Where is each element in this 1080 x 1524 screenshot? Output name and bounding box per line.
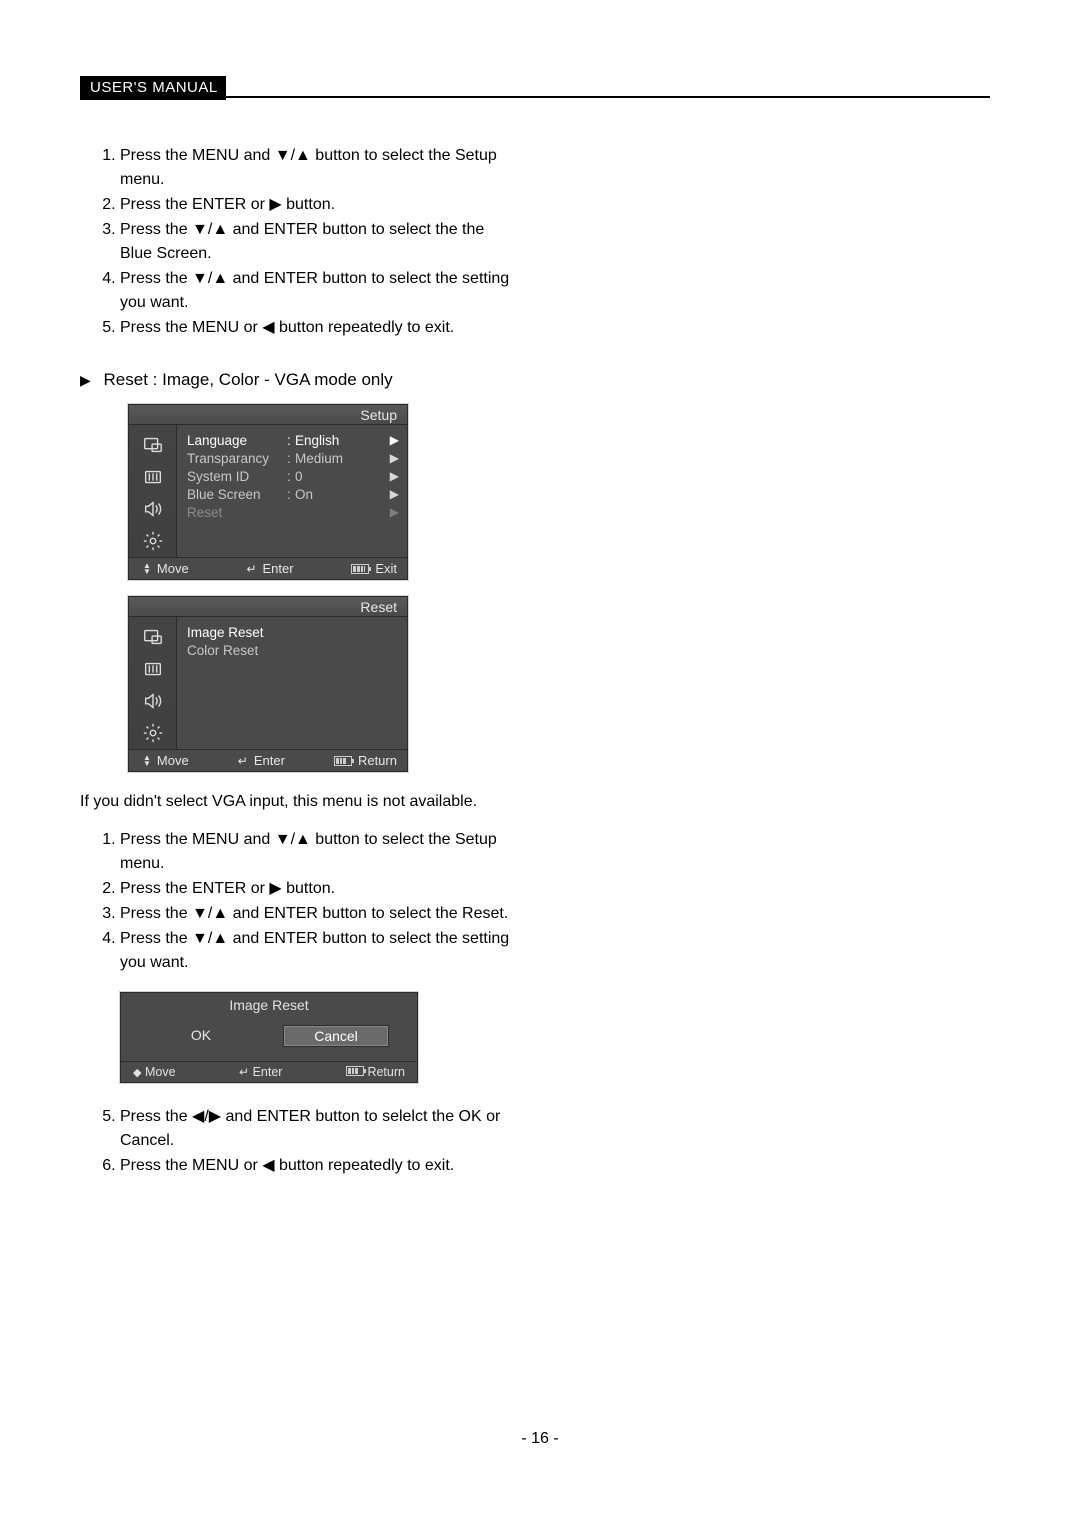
triangle-right-icon: ▶: [80, 372, 91, 388]
osd-row-reset[interactable]: Reset ▶: [187, 503, 399, 521]
dialog-title: Image Reset: [121, 993, 417, 1021]
osd-footer: ▲▼Move ↵Enter Exit: [129, 557, 407, 579]
updown-icon: ▲▼: [143, 563, 151, 575]
pip-icon: [129, 621, 176, 653]
step-item: Press the ◀/▶ and ENTER button to selelc…: [120, 1105, 520, 1153]
osd-row-image-reset[interactable]: Image Reset: [187, 623, 399, 641]
steps-list-2: Press the MENU and ▼/▲ button to select …: [80, 828, 520, 975]
osd-row-system-id[interactable]: System ID: 0 ▶: [187, 467, 399, 485]
osd-row-color-reset[interactable]: Color Reset: [187, 641, 399, 659]
chevron-right-icon: ▶: [387, 451, 399, 465]
step-item: Press the MENU or ◀ button repeatedly to…: [120, 1154, 520, 1178]
step-item: Press the MENU and ▼/▲ button to select …: [120, 144, 520, 192]
steps-list-1: Press the MENU and ▼/▲ button to select …: [80, 144, 520, 340]
chevron-right-icon: ▶: [387, 505, 399, 519]
osd-side-icons: [129, 425, 177, 557]
ok-button[interactable]: OK: [149, 1025, 253, 1047]
image-reset-dialog: Image Reset OK Cancel ◆ Move ↵ Enter Ret…: [120, 992, 418, 1083]
step-item: Press the ▼/▲ and ENTER button to select…: [120, 902, 520, 926]
osd-title: Reset: [129, 597, 407, 617]
header-badge: USER'S MANUAL: [80, 76, 226, 100]
osd-row-language[interactable]: Language: English ▶: [187, 431, 399, 449]
osd-setup-rows: Language: English ▶ Transparancy: Medium…: [177, 425, 407, 557]
bars-icon: [129, 653, 176, 685]
speaker-icon: [129, 685, 176, 717]
step-item: Press the ENTER or ▶ button.: [120, 193, 520, 217]
enter-icon: ↵: [246, 562, 256, 576]
step-item: Press the MENU or ◀ button repeatedly to…: [120, 316, 520, 340]
osd-reset-panel: Reset Image Reset Color Reset: [128, 596, 408, 772]
osd-setup-panel: Setup Language: English ▶: [128, 404, 408, 580]
reset-section-heading: ▶ Reset : Image, Color - VGA mode only: [80, 370, 520, 390]
enter-icon: ↵: [238, 754, 248, 768]
battery-icon: [334, 756, 352, 766]
gear-icon: [129, 717, 176, 749]
step-item: Press the ▼/▲ and ENTER button to select…: [120, 927, 520, 975]
section-title-text: Reset : Image, Color - VGA mode only: [104, 370, 393, 389]
header-rule: [226, 76, 990, 98]
osd-row-transparency[interactable]: Transparancy: Medium ▶: [187, 449, 399, 467]
cancel-button[interactable]: Cancel: [283, 1025, 389, 1047]
chevron-right-icon: ▶: [387, 433, 399, 447]
osd-side-icons: [129, 617, 177, 749]
chevron-right-icon: ▶: [387, 469, 399, 483]
step-item: Press the ▼/▲ and ENTER button to select…: [120, 267, 520, 315]
osd-reset-rows: Image Reset Color Reset: [177, 617, 407, 749]
battery-icon: [346, 1066, 364, 1076]
step-item: Press the ENTER or ▶ button.: [120, 877, 520, 901]
step-item: Press the MENU and ▼/▲ button to select …: [120, 828, 520, 876]
osd-row-blue-screen[interactable]: Blue Screen: On ▶: [187, 485, 399, 503]
dialog-footer: ◆ Move ↵ Enter Return: [121, 1061, 417, 1082]
enter-icon: ↵: [239, 1065, 249, 1079]
chevron-right-icon: ▶: [387, 487, 399, 501]
pip-icon: [129, 429, 176, 461]
step-item: Press the ▼/▲ and ENTER button to select…: [120, 218, 520, 266]
updown-icon: ▲▼: [143, 755, 151, 767]
vga-note: If you didn't select VGA input, this men…: [80, 790, 520, 814]
osd-title: Setup: [129, 405, 407, 425]
battery-icon: [351, 564, 369, 574]
osd-footer: ▲▼Move ↵Enter Return: [129, 749, 407, 771]
leftright-icon: ◆: [133, 1067, 141, 1079]
speaker-icon: [129, 493, 176, 525]
page-number: - 16 -: [0, 1430, 1080, 1448]
steps-list-3: Press the ◀/▶ and ENTER button to selelc…: [80, 1105, 520, 1178]
gear-icon: [129, 525, 176, 557]
manual-header: USER'S MANUAL: [80, 76, 990, 100]
bars-icon: [129, 461, 176, 493]
